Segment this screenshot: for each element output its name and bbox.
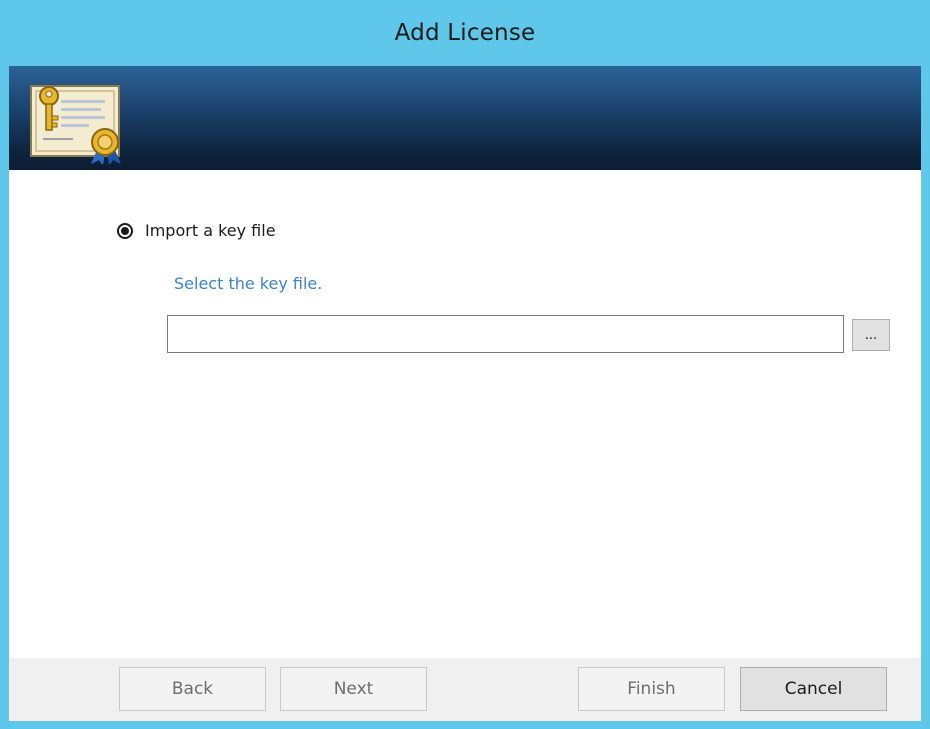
license-certificate-icon bbox=[27, 80, 127, 166]
import-key-file-label: Import a key file bbox=[145, 221, 276, 240]
add-license-window: Add License Import a key file Select the… bbox=[0, 0, 930, 729]
radio-selected-dot bbox=[121, 226, 129, 235]
wizard-content: Import a key file Select the key file. .… bbox=[9, 170, 921, 658]
window-title: Add License bbox=[394, 20, 536, 46]
key-file-path-input[interactable] bbox=[167, 315, 844, 353]
next-button[interactable]: Next bbox=[280, 667, 427, 711]
import-key-file-radio[interactable] bbox=[117, 222, 133, 239]
wizard-banner bbox=[9, 66, 921, 170]
import-key-file-option[interactable]: Import a key file bbox=[117, 221, 276, 240]
title-bar: Add License bbox=[0, 0, 930, 66]
back-button[interactable]: Back bbox=[119, 667, 266, 711]
key-file-hint: Select the key file. bbox=[174, 274, 323, 293]
browse-button[interactable]: ... bbox=[852, 319, 890, 351]
finish-button[interactable]: Finish bbox=[578, 667, 725, 711]
wizard-footer: Back Next Finish Cancel bbox=[9, 658, 921, 721]
cancel-button[interactable]: Cancel bbox=[740, 667, 887, 711]
